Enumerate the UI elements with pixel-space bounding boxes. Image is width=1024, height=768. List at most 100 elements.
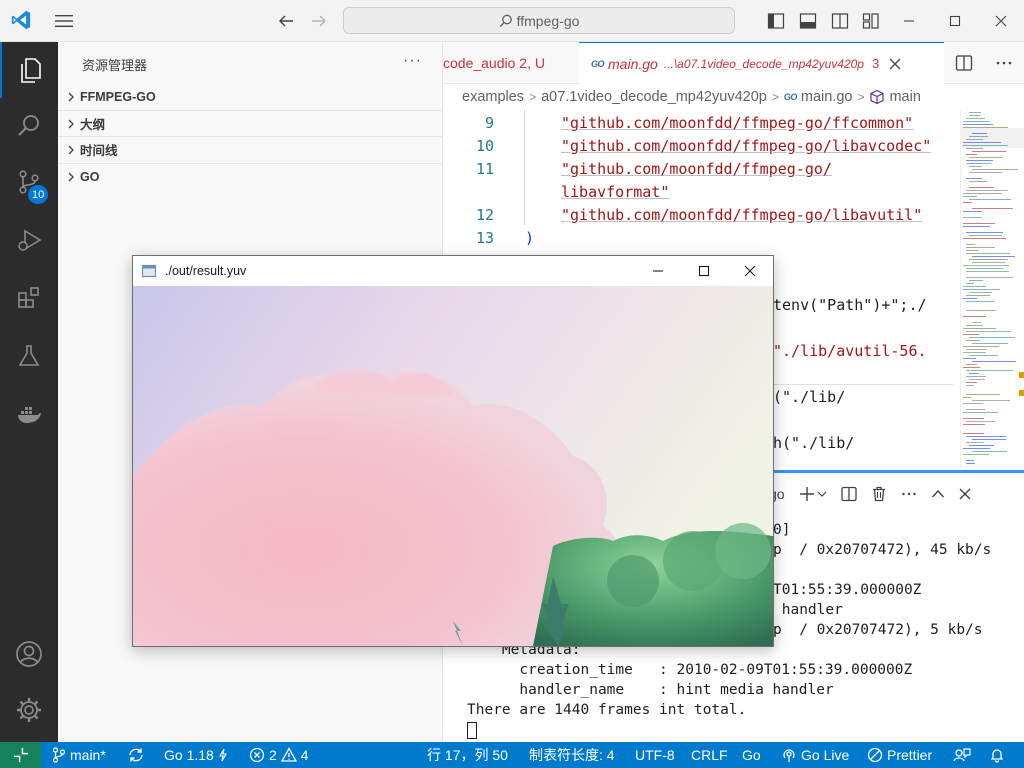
accounts-activity-button[interactable] [0,626,58,682]
section-go[interactable]: GO [58,163,443,189]
extensions-activity-button[interactable] [0,270,58,326]
toggle-panel-icon[interactable] [799,12,817,33]
minimap-line [972,256,1015,257]
more-actions-icon[interactable] [901,486,917,502]
chevron-up-icon[interactable] [931,487,945,501]
tab-main-go[interactable]: GO main.go ...\a07.1video_decode_mp42yuv… [579,42,944,84]
menu-icon[interactable] [54,12,74,33]
search-activity-button[interactable] [0,98,58,154]
branch-indicator[interactable]: main* [52,742,106,768]
minimap-line [963,367,980,368]
tab-filename: main.go [608,55,658,72]
problems-indicator[interactable]: 2 4 [249,742,309,768]
search-icon [18,115,39,136]
minimap-line [966,421,995,422]
feedback-button[interactable] [953,742,971,768]
testing-activity-button[interactable] [0,328,58,384]
code-fragment: h("./lib/ [773,434,855,452]
minimap-line [963,352,986,353]
minimap-line [963,397,971,398]
minimap-line [966,154,977,155]
minimap-line [972,322,981,323]
yuv-minimize-button[interactable] [635,256,681,286]
explorer-activity-button[interactable] [0,42,58,98]
source-control-badge: 10 [28,185,49,204]
command-center-search[interactable]: ffmpeg-go [343,7,735,34]
trash-icon[interactable] [871,486,887,502]
toggle-sidebar-icon[interactable] [767,12,785,33]
go-live-button[interactable]: Go Live [781,742,849,768]
encoding[interactable]: UTF-8 [635,742,675,768]
remote-indicator[interactable] [0,742,41,768]
sync-button[interactable] [127,742,145,768]
minimap-marker [1019,372,1024,378]
section-outline[interactable]: 大纲 [58,110,443,136]
run-debug-activity-button[interactable] [0,212,58,268]
chevron-right-icon: > [857,90,865,104]
split-terminal-icon[interactable] [840,486,857,502]
branch-name: main* [70,747,106,763]
minimap-line [966,253,1010,254]
split-editor-icon[interactable] [955,54,973,72]
window-close-button[interactable] [978,0,1024,42]
account-icon [16,641,42,667]
minimap-line [969,355,998,356]
minimap-line [972,400,1010,401]
breadcrumb-item[interactable]: main [889,89,920,105]
minimap-line [966,394,1000,395]
notifications-button[interactable] [989,742,1005,768]
breadcrumb-item[interactable]: examples [462,89,524,105]
window-maximize-button[interactable] [932,0,978,42]
breadcrumb: examples > a07.1video_decode_mp42yuv420p… [443,84,1024,110]
end-of-line[interactable]: CRLF [691,742,728,768]
error-count: 2 [269,747,277,763]
minimap-line [966,376,986,377]
close-icon[interactable] [889,58,901,70]
toggle-secondary-sidebar-icon[interactable] [831,12,849,33]
gear-icon [17,698,41,722]
plus-icon[interactable] [799,486,815,502]
tab-code-audio[interactable]: code_audio 2, U [443,42,578,84]
sidebar-more-actions[interactable]: ··· [403,52,422,70]
section-label: 大纲 [80,118,106,132]
minimap-line [963,196,977,197]
customize-layout-icon[interactable] [862,12,880,33]
close-icon[interactable] [959,488,971,500]
minimap-line [972,439,1006,440]
tab-size[interactable]: 制表符长度: 4 [529,742,615,768]
breadcrumb-item[interactable]: main.go [801,89,853,105]
yuv-maximize-button[interactable] [681,256,727,286]
yuv-player-window[interactable]: ./out/result.yuv [132,255,774,647]
source-control-activity-button[interactable]: 10 [0,154,58,210]
breadcrumb-item[interactable]: a07.1video_decode_mp42yuv420p [541,89,767,105]
maximize-icon [698,265,710,277]
minimap-line [969,292,992,293]
minimap-line [972,451,1007,452]
go-file-icon: GO [591,58,605,69]
language-mode[interactable]: Go [742,742,761,768]
docker-activity-button[interactable] [0,386,58,442]
window-minimize-button[interactable] [886,0,932,42]
minimap-line [963,289,1000,290]
manage-activity-button[interactable] [0,682,58,738]
prettier-button[interactable]: Prettier [867,742,932,768]
section-ffmpeg-go[interactable]: FFMPEG-GO [58,84,443,110]
terminal-line: creation_time : 2010-02-09T01:55:39.0000… [467,662,913,678]
line-number: 12 [475,206,494,224]
go-version[interactable]: Go 1.18 [164,742,228,768]
minimap[interactable] [960,110,1024,470]
forward-arrow-icon[interactable] [310,12,328,33]
minimap-line [963,223,995,224]
code-line: "github.com/moonfdd/ffmpeg-go/libavcodec… [561,137,932,155]
vscode-logo-icon [10,9,32,34]
more-actions-icon[interactable] [995,54,1013,72]
yuv-window-title: ./out/result.yuv [165,264,247,278]
yuv-close-button[interactable] [727,256,773,286]
minimap-line [963,424,985,425]
section-timeline[interactable]: 时间线 [58,136,443,162]
minimap-line [966,163,991,164]
chevron-down-icon[interactable] [817,489,827,499]
back-arrow-icon[interactable] [277,12,295,33]
minimap-line [969,379,985,380]
cursor-position[interactable]: 行 17，列 50 [427,742,508,768]
